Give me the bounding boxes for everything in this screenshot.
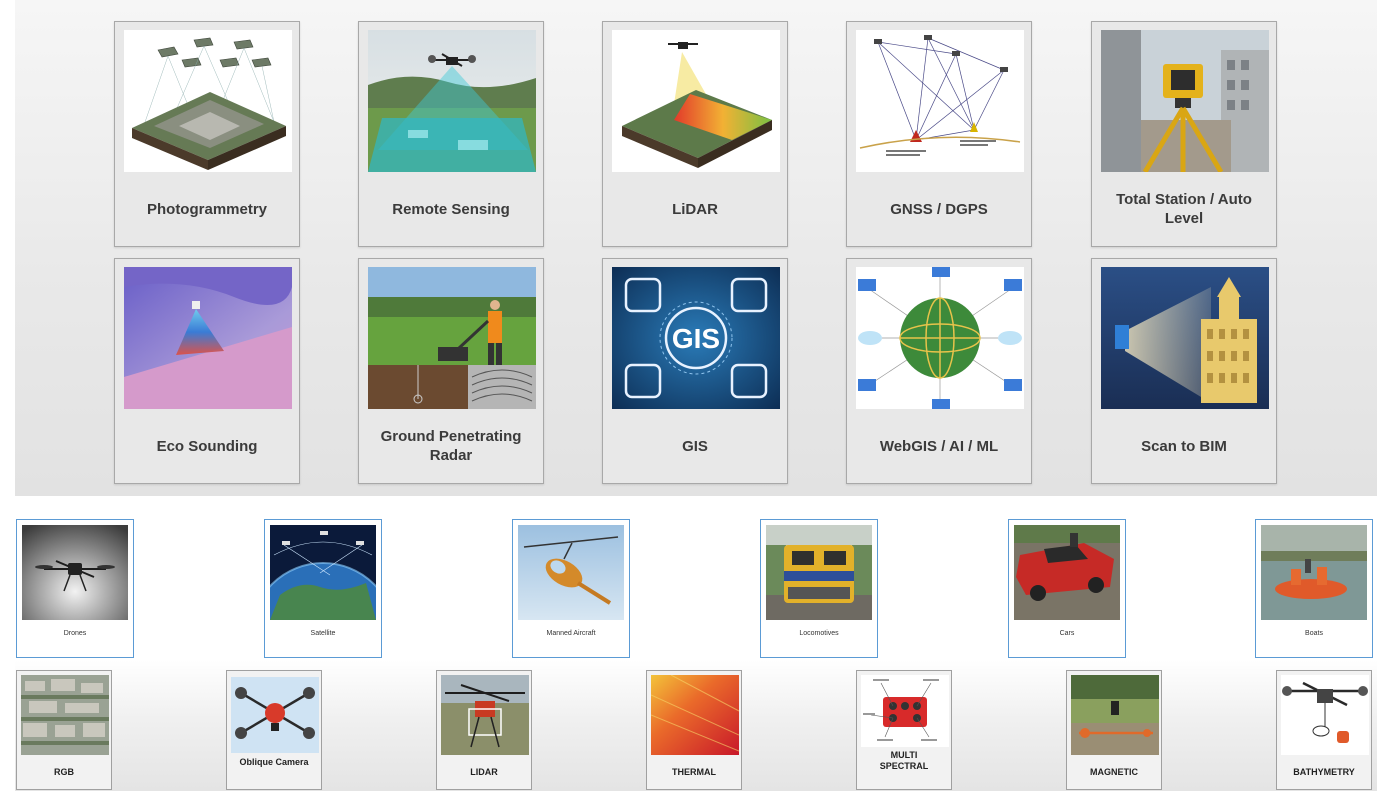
satellite-image (270, 525, 376, 620)
sensor-card-oblique-camera[interactable]: Oblique Camera (226, 670, 322, 790)
gis-image: GIS (612, 267, 780, 409)
sensor-card-bathymetry[interactable]: BATHYMETRY (1276, 670, 1372, 790)
technique-tile-total-station[interactable]: Total Station / Auto Level (1091, 21, 1277, 247)
technique-label: GNSS / DGPS (890, 200, 988, 218)
technique-tile-eco-sounding[interactable]: Eco Sounding (114, 258, 300, 484)
sensor-label: MULTI SPECTRAL (879, 750, 929, 771)
technique-tile-gis[interactable]: GIS GIS (602, 258, 788, 484)
sensor-card-rgb[interactable]: RGB (16, 670, 112, 790)
technique-tile-photogrammetry[interactable]: Photogrammetry (114, 21, 300, 247)
technique-label: GIS (682, 437, 708, 455)
sensor-card-thermal[interactable]: THERMAL (646, 670, 742, 790)
technique-label: Ground Penetrating Radar (380, 428, 522, 464)
technique-label: Eco Sounding (156, 437, 258, 455)
drone-image (22, 525, 128, 620)
car-image (1014, 525, 1120, 620)
sensor-label: BATHYMETRY (1293, 767, 1355, 777)
technique-tile-scan-to-bim[interactable]: Scan to BIM (1091, 258, 1277, 484)
platform-card-boats[interactable]: Boats (1255, 519, 1373, 658)
webgis-image (856, 267, 1024, 409)
multispectral-image (861, 675, 949, 747)
sensor-label: THERMAL (672, 767, 716, 777)
platform-label: Manned Aircraft (546, 630, 596, 637)
boat-image (1261, 525, 1367, 620)
technique-tile-gnss[interactable]: GNSS / DGPS (846, 21, 1032, 247)
sensor-label: MAGNETIC (1090, 767, 1138, 777)
magnetic-image (1071, 675, 1159, 755)
remote-sensing-image (368, 30, 536, 172)
platform-card-drones[interactable]: Drones (16, 519, 134, 658)
technique-label: Remote Sensing (392, 200, 510, 218)
lidar-image (612, 30, 780, 172)
technique-tile-lidar[interactable]: LiDAR (602, 21, 788, 247)
platform-card-cars[interactable]: Cars (1008, 519, 1126, 658)
lidar-drone-image (441, 675, 529, 755)
locomotive-image (766, 525, 872, 620)
technique-tile-remote-sensing[interactable]: Remote Sensing (358, 21, 544, 247)
technique-tile-webgis[interactable]: WebGIS / AI / ML (846, 258, 1032, 484)
sensor-card-multi-spectral[interactable]: MULTI SPECTRAL (856, 670, 952, 790)
technique-label: LiDAR (672, 200, 718, 218)
platform-card-locomotives[interactable]: Locomotives (760, 519, 878, 658)
oblique-camera-image (231, 677, 319, 753)
platform-label: Locomotives (799, 630, 839, 637)
technique-tile-gpr[interactable]: Ground Penetrating Radar (358, 258, 544, 484)
platform-label: Satellite (310, 630, 336, 637)
total-station-image (1101, 30, 1269, 172)
gnss-diagram-image (856, 30, 1024, 172)
platform-label: Boats (1305, 630, 1323, 637)
technique-label: WebGIS / AI / ML (879, 437, 999, 455)
sensor-label: Oblique Camera (239, 757, 309, 767)
platform-label: Drones (63, 630, 87, 637)
scan-to-bim-image (1101, 267, 1269, 409)
gis-logo-text: GIS (672, 323, 720, 354)
platform-label: Cars (1059, 630, 1075, 637)
bathymetry-drone-image (1281, 675, 1369, 755)
gpr-image (368, 267, 536, 409)
sensor-label: RGB (54, 767, 74, 777)
sensor-card-lidar[interactable]: LIDAR (436, 670, 532, 790)
platform-card-manned-aircraft[interactable]: Manned Aircraft (512, 519, 630, 658)
thermal-image (651, 675, 739, 755)
sensor-card-magnetic[interactable]: MAGNETIC (1066, 670, 1162, 790)
rgb-image (21, 675, 109, 755)
eco-sounding-image (124, 267, 292, 409)
helicopter-image (518, 525, 624, 620)
technique-label: Photogrammetry (146, 200, 268, 218)
technique-label: Scan to BIM (1141, 437, 1227, 455)
technique-label: Total Station / Auto Level (1116, 191, 1252, 227)
sensor-label: LIDAR (470, 767, 498, 777)
platform-card-satellite[interactable]: Satellite (264, 519, 382, 658)
photogrammetry-image (124, 30, 292, 172)
